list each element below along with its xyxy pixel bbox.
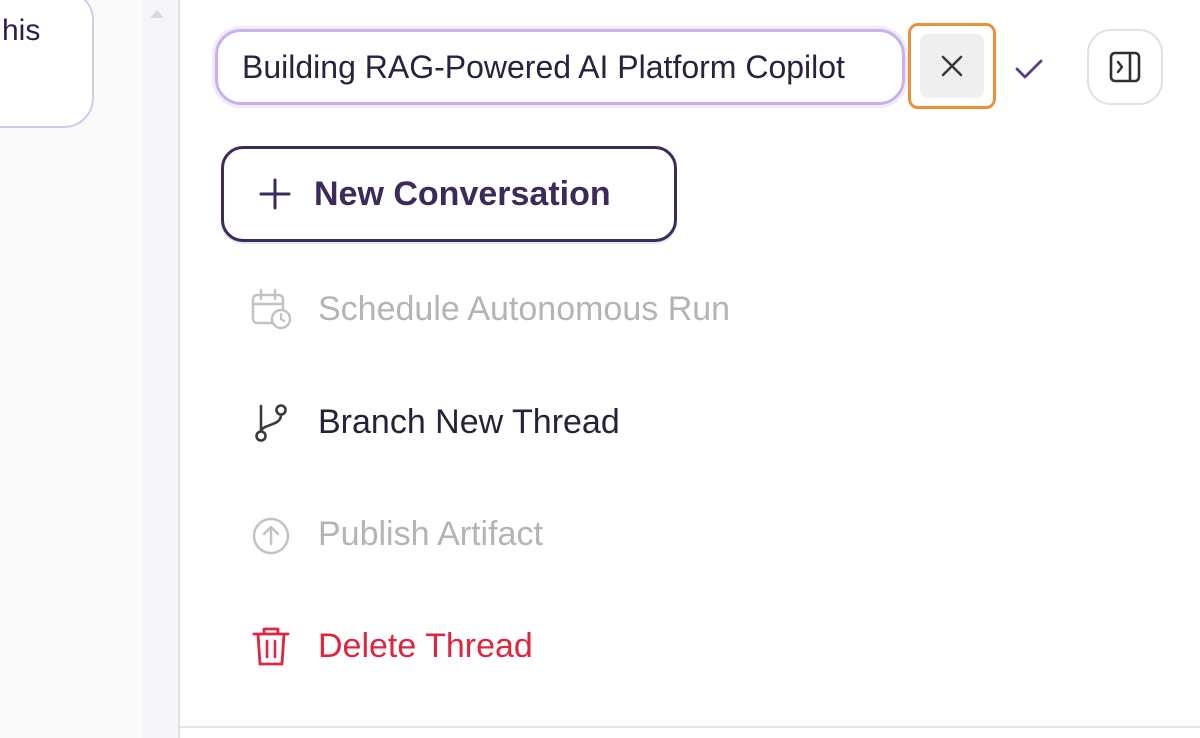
cancel-rename-button[interactable] [908,23,996,109]
trash-icon [248,623,294,669]
menu-item-schedule-autonomous-run[interactable]: Schedule Autonomous Run [248,279,848,339]
menu-item-label: Branch New Thread [318,402,620,441]
menu-item-delete-thread[interactable]: Delete Thread [248,616,848,676]
menu-item-label: Delete Thread [318,626,533,665]
sidebar-card-text: his [2,14,41,47]
menu-item-label: Schedule Autonomous Run [318,289,731,328]
toggle-panel-button[interactable] [1087,29,1163,105]
menu-item-publish-artifact[interactable]: Publish Artifact [248,504,848,564]
sidebar-scrollbar[interactable] [142,0,178,738]
pane-divider [178,0,180,738]
menu-item-label: Publish Artifact [318,514,543,553]
close-icon [941,55,963,77]
plus-icon [259,178,291,210]
panel-collapse-icon [1109,51,1141,83]
check-icon [1015,59,1043,79]
sidebar-pane: his [0,0,178,738]
bottom-divider [180,726,1200,728]
sidebar-thread-card[interactable]: his [0,0,94,128]
git-branch-icon [248,399,294,445]
scroll-up-arrow-icon[interactable] [150,10,164,18]
cancel-button-surface [920,34,984,98]
confirm-rename-button[interactable] [1004,44,1054,94]
new-conversation-label: New Conversation [314,174,611,213]
new-conversation-button[interactable]: New Conversation [221,146,677,242]
calendar-clock-icon [248,286,294,332]
upload-circle-icon [248,511,294,557]
menu-item-branch-new-thread[interactable]: Branch New Thread [248,392,848,452]
thread-title-input[interactable] [215,29,905,105]
